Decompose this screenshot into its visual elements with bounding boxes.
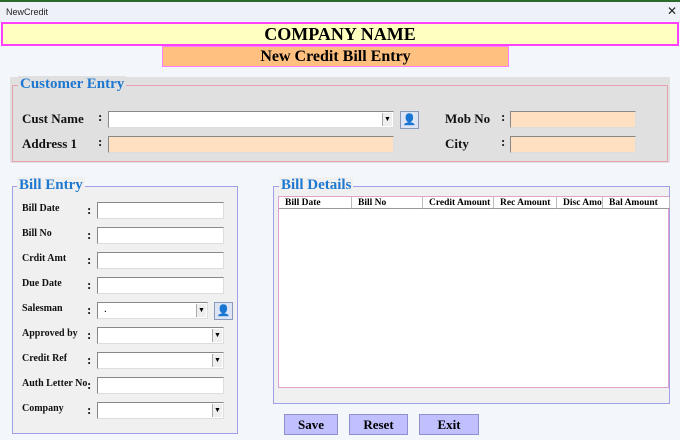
page-title: New Credit Bill Entry: [162, 46, 509, 67]
city-label: City: [445, 136, 469, 151]
crdit-amt-label: Crdit Amt: [22, 253, 67, 264]
chevron-down-icon[interactable]: ▼: [212, 329, 222, 342]
credit-ref-label: Credit Ref: [22, 353, 68, 364]
add-user-icon: 👤: [216, 305, 231, 317]
reset-button[interactable]: Reset: [349, 414, 408, 435]
address-input[interactable]: [108, 136, 394, 153]
due-date-input[interactable]: [97, 277, 224, 294]
colon: :: [87, 377, 92, 392]
add-user-icon: 👤: [402, 114, 417, 126]
colon: :: [87, 302, 92, 317]
bill-date-label: Bill Date: [22, 203, 60, 214]
exit-button[interactable]: Exit: [419, 414, 479, 435]
mob-no-input[interactable]: [510, 111, 636, 128]
company-label: Company: [22, 403, 64, 414]
salesman-combo[interactable]: . ▼: [97, 302, 208, 319]
chevron-down-icon[interactable]: ▼: [196, 304, 206, 317]
credit-ref-combo[interactable]: ▼: [97, 352, 224, 369]
auth-letter-no-label: Auth Letter No: [22, 378, 88, 389]
bill-no-label: Bill No: [22, 228, 52, 239]
cust-name-combo[interactable]: ▼: [108, 111, 394, 128]
title-bar: NewCredit ✕: [0, 0, 680, 21]
chevron-down-icon[interactable]: ▼: [212, 354, 222, 367]
cust-name-label: Cust Name: [22, 111, 84, 126]
colon: :: [87, 252, 92, 267]
colon: :: [87, 352, 92, 367]
chevron-down-icon[interactable]: ▼: [212, 404, 222, 417]
colon: :: [98, 109, 103, 124]
bill-no-input[interactable]: [97, 227, 224, 244]
bill-details-legend: Bill Details: [279, 177, 354, 194]
company-combo[interactable]: ▼: [97, 402, 224, 419]
auth-letter-no-input[interactable]: [97, 377, 224, 394]
column-header[interactable]: Credit Amount: [423, 197, 494, 209]
close-icon[interactable]: ✕: [667, 4, 677, 18]
colon: :: [87, 327, 92, 342]
colon: :: [501, 134, 506, 149]
bill-date-input[interactable]: [97, 202, 224, 219]
window-title: NewCredit: [6, 7, 49, 17]
column-header[interactable]: Bal Amount: [603, 197, 670, 209]
colon: :: [87, 277, 92, 292]
bill-entry-legend: Bill Entry: [17, 177, 85, 194]
bill-details-table[interactable]: Bill Date Bill No Credit Amount Rec Amount D…: [278, 196, 670, 388]
colon: :: [87, 402, 92, 417]
customer-entry-legend: Customer Entry: [18, 76, 127, 93]
address-label: Address 1: [22, 136, 78, 151]
colon: :: [87, 227, 92, 242]
add-salesman-button[interactable]: 👤: [214, 302, 233, 320]
column-header[interactable]: Bill No: [352, 197, 423, 209]
save-button[interactable]: Save: [284, 414, 338, 435]
city-input[interactable]: [510, 136, 636, 153]
colon: :: [98, 134, 103, 149]
chevron-down-icon[interactable]: ▼: [382, 113, 392, 126]
approved-by-combo[interactable]: ▼: [97, 327, 224, 344]
due-date-label: Due Date: [22, 278, 62, 289]
approved-by-label: Approved by: [22, 328, 78, 339]
colon: :: [501, 109, 506, 124]
crdit-amt-input[interactable]: [97, 252, 224, 269]
colon: :: [87, 202, 92, 217]
company-name: COMPANY NAME: [1, 22, 679, 46]
add-customer-button[interactable]: 👤: [400, 111, 419, 129]
column-header[interactable]: Rec Amount: [494, 197, 557, 209]
salesman-label: Salesman: [22, 303, 63, 314]
mob-no-label: Mob No: [445, 111, 491, 126]
column-header[interactable]: Bill Date: [279, 197, 352, 209]
column-header[interactable]: Disc Amo: [557, 197, 603, 209]
